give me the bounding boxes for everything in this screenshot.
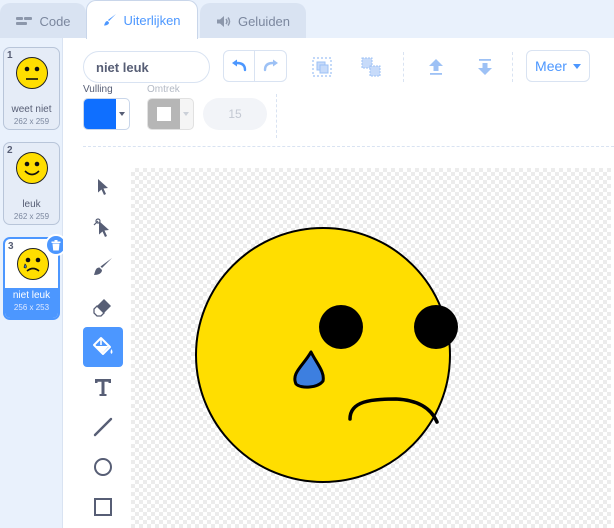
speaker-icon	[216, 15, 231, 27]
forward-button[interactable]	[421, 52, 451, 82]
costume-name: leuk	[22, 199, 41, 210]
redo-icon	[263, 59, 278, 72]
tab-costumes[interactable]: Uiterlijken	[86, 0, 198, 39]
fill-label: Vulling	[83, 84, 113, 95]
outline-color-picker[interactable]	[147, 98, 194, 130]
outline-dropdown[interactable]	[179, 99, 193, 129]
eraser-icon	[93, 299, 111, 317]
reshape-tool[interactable]	[83, 207, 123, 247]
redo-button[interactable]	[255, 50, 287, 82]
toolbar-divider	[512, 52, 514, 82]
toolbar-divider	[276, 94, 278, 138]
group-icon	[312, 57, 332, 77]
caret-down-icon	[183, 112, 189, 116]
fill-dropdown[interactable]	[115, 99, 129, 129]
code-icon	[16, 17, 33, 25]
paint-bucket-icon	[93, 337, 113, 355]
paint-editor: Meer Vulling Omtrek	[63, 38, 614, 528]
cursor-icon	[98, 179, 108, 195]
outline-width-input[interactable]	[203, 98, 267, 130]
group-button[interactable]	[307, 52, 337, 82]
costume-size: 262 x 259	[13, 117, 50, 126]
undo-icon	[232, 59, 247, 72]
costume-number: 3	[8, 241, 14, 252]
circle-tool[interactable]	[83, 447, 123, 487]
costume-list: 1 weet niet 262 x 259 2 leuk 262 x 259 3	[0, 38, 63, 528]
undo-redo-group	[223, 50, 287, 82]
paintbrush-icon	[104, 14, 117, 26]
tab-sounds-label: Geluiden	[237, 13, 291, 29]
tab-sounds[interactable]: Geluiden	[200, 3, 306, 38]
text-icon	[95, 379, 111, 396]
outline-color-swatch	[148, 99, 180, 129]
text-tool[interactable]	[83, 367, 123, 407]
line-icon	[93, 417, 113, 437]
face-circle	[195, 227, 451, 483]
toolbar-divider	[403, 52, 405, 82]
tab-code[interactable]: Code	[0, 3, 86, 38]
fill-color-swatch	[84, 99, 116, 129]
costume-number: 1	[7, 50, 13, 61]
costume-number: 2	[7, 145, 13, 156]
arrow-down-icon	[478, 59, 492, 75]
circle-icon	[94, 458, 112, 476]
ungroup-icon	[361, 57, 381, 77]
outline-label: Omtrek	[147, 84, 180, 95]
more-button[interactable]: Meer	[526, 50, 590, 82]
tab-costumes-label: Uiterlijken	[123, 12, 181, 28]
rectangle-tool[interactable]	[83, 487, 123, 527]
caret-down-icon	[572, 63, 581, 69]
happy-face-thumbnail	[16, 152, 48, 184]
drawing-canvas[interactable]	[131, 168, 611, 528]
fill-color-picker[interactable]	[83, 98, 130, 130]
eraser-tool[interactable]	[83, 287, 123, 327]
costume-item-2[interactable]: 2 leuk 262 x 259	[3, 142, 60, 225]
costume-name: niet leuk	[12, 290, 51, 301]
neutral-face-thumbnail	[16, 57, 48, 89]
line-tool[interactable]	[83, 407, 123, 447]
trash-icon	[51, 239, 61, 250]
costume-name: weet niet	[11, 104, 52, 115]
brush-tool[interactable]	[83, 247, 123, 287]
sad-face-thumbnail	[17, 248, 49, 280]
more-label: Meer	[535, 58, 567, 74]
sad-face-drawing	[195, 227, 458, 483]
reshape-icon	[93, 218, 109, 237]
costume-size: 256 x 253	[13, 303, 50, 312]
ungroup-button[interactable]	[356, 52, 386, 82]
right-eye	[414, 305, 458, 349]
brush-icon	[94, 258, 112, 275]
fill-tool[interactable]	[83, 327, 123, 367]
costume-name-input[interactable]	[83, 51, 210, 83]
left-eye	[319, 305, 363, 349]
undo-button[interactable]	[223, 50, 255, 82]
toolbar-separator	[83, 146, 614, 147]
caret-down-icon	[119, 112, 125, 116]
tab-bar: Code Uiterlijken Geluiden	[0, 0, 614, 39]
select-tool[interactable]	[83, 167, 123, 207]
tab-code-label: Code	[39, 13, 71, 29]
costume-size: 262 x 259	[13, 212, 50, 221]
costume-item-1[interactable]: 1 weet niet 262 x 259	[3, 47, 60, 130]
backward-button[interactable]	[470, 52, 500, 82]
rectangle-icon	[94, 498, 112, 516]
arrow-up-icon	[429, 59, 443, 75]
